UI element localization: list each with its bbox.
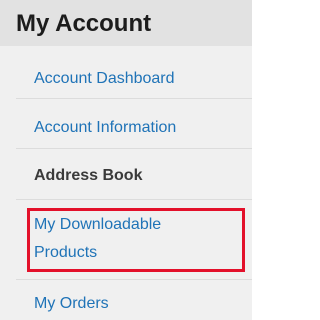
- nav-item-label: My Orders: [34, 295, 109, 312]
- nav-item-my-orders[interactable]: My Orders: [16, 280, 252, 320]
- nav-item-account-dashboard[interactable]: Account Dashboard: [16, 46, 252, 99]
- nav-item-address-book: Address Book: [16, 149, 252, 200]
- nav-item-label: Account Information: [34, 119, 177, 136]
- nav-item-label: Account Dashboard: [34, 70, 175, 87]
- nav-item-label: My Downloadable Products: [34, 216, 162, 261]
- account-nav: Account Dashboard Account Information Ad…: [0, 46, 252, 320]
- nav-item-my-downloadable-products[interactable]: My Downloadable Products: [16, 200, 252, 280]
- nav-item-account-information[interactable]: Account Information: [16, 99, 252, 149]
- sidebar-title: My Account: [0, 0, 252, 46]
- nav-item-label: Address Book: [34, 167, 143, 184]
- account-sidebar: My Account Account Dashboard Account Inf…: [0, 0, 252, 320]
